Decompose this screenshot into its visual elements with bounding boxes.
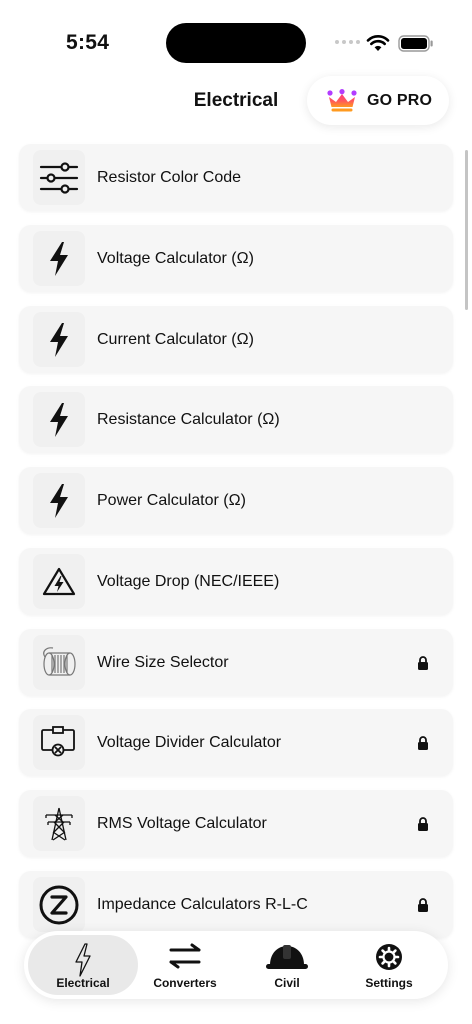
list-item-label: Power Calculator (Ω) bbox=[97, 492, 246, 509]
hard-hat-icon bbox=[266, 945, 308, 969]
tab-electrical[interactable]: Electrical bbox=[28, 935, 138, 995]
list-item-voltage-drop[interactable]: Voltage Drop (NEC/IEEE) bbox=[19, 548, 453, 615]
bolt-icon bbox=[50, 483, 68, 518]
lock-icon bbox=[418, 817, 428, 831]
list-item-voltage-calculator[interactable]: Voltage Calculator (Ω) bbox=[19, 225, 453, 292]
status-time: 5:54 bbox=[66, 31, 110, 54]
list-item-resistor-color-code[interactable]: Resistor Color Code bbox=[19, 144, 453, 211]
list-item-rms-voltage-calculator[interactable]: RMS Voltage Calculator bbox=[19, 790, 453, 857]
list-item-wire-size-selector[interactable]: Wire Size Selector bbox=[19, 629, 453, 696]
list-item-label: Voltage Calculator (Ω) bbox=[97, 250, 254, 267]
lock-icon bbox=[418, 898, 428, 912]
battery-icon bbox=[398, 35, 433, 52]
tab-converters[interactable]: Converters bbox=[130, 935, 240, 995]
list-item-voltage-divider-calculator[interactable]: Voltage Divider Calculator bbox=[19, 709, 453, 776]
tab-label: Settings bbox=[365, 976, 413, 990]
transmission-tower-icon bbox=[45, 807, 73, 841]
cellular-signal-icon bbox=[335, 40, 360, 44]
bolt-icon bbox=[50, 322, 68, 357]
list-item-label: Resistance Calculator (Ω) bbox=[97, 411, 280, 428]
tab-label: Civil bbox=[274, 976, 300, 990]
lock-icon bbox=[418, 656, 428, 670]
list-item-label: RMS Voltage Calculator bbox=[97, 815, 267, 832]
list-item-resistance-calculator[interactable]: Resistance Calculator (Ω) bbox=[19, 386, 453, 453]
tab-bar: Electrical Converters Civil Settings bbox=[24, 931, 448, 999]
tab-civil[interactable]: Civil bbox=[232, 935, 342, 995]
crown-icon bbox=[327, 88, 357, 111]
list-item-label: Resistor Color Code bbox=[97, 169, 242, 186]
warning-bolt-icon bbox=[42, 567, 76, 595]
go-pro-label: GO PRO bbox=[367, 91, 433, 109]
sliders-icon bbox=[39, 161, 79, 194]
lock-icon bbox=[418, 736, 428, 750]
tab-label: Converters bbox=[153, 976, 217, 990]
tab-settings[interactable]: Settings bbox=[334, 935, 444, 995]
list-item-label: Impedance Calculators R-L-C bbox=[97, 896, 308, 913]
list-item-label: Current Calculator (Ω) bbox=[97, 331, 254, 348]
wire-spool-icon bbox=[43, 646, 76, 676]
tab-label: Electrical bbox=[56, 976, 110, 990]
scrollbar[interactable] bbox=[465, 150, 468, 310]
swap-arrows-icon bbox=[169, 943, 201, 969]
dynamic-island bbox=[166, 23, 306, 63]
bolt-icon bbox=[50, 402, 68, 437]
go-pro-button[interactable]: GO PRO bbox=[307, 76, 449, 125]
wifi-icon bbox=[366, 34, 390, 51]
list-item-current-calculator[interactable]: Current Calculator (Ω) bbox=[19, 306, 453, 373]
circuit-icon bbox=[41, 725, 75, 756]
status-bar: 5:54 bbox=[0, 0, 472, 80]
list-item-label: Wire Size Selector bbox=[97, 654, 229, 671]
impedance-z-icon bbox=[39, 885, 79, 924]
list-item-power-calculator[interactable]: Power Calculator (Ω) bbox=[19, 467, 453, 534]
bolt-icon bbox=[50, 241, 68, 276]
bolt-outline-icon bbox=[75, 943, 91, 977]
list-item-label: Voltage Divider Calculator bbox=[97, 734, 282, 751]
list-item-label: Voltage Drop (NEC/IEEE) bbox=[97, 573, 280, 590]
gear-icon bbox=[376, 944, 402, 970]
list-item-impedance-calculators[interactable]: Impedance Calculators R-L-C bbox=[19, 871, 453, 938]
